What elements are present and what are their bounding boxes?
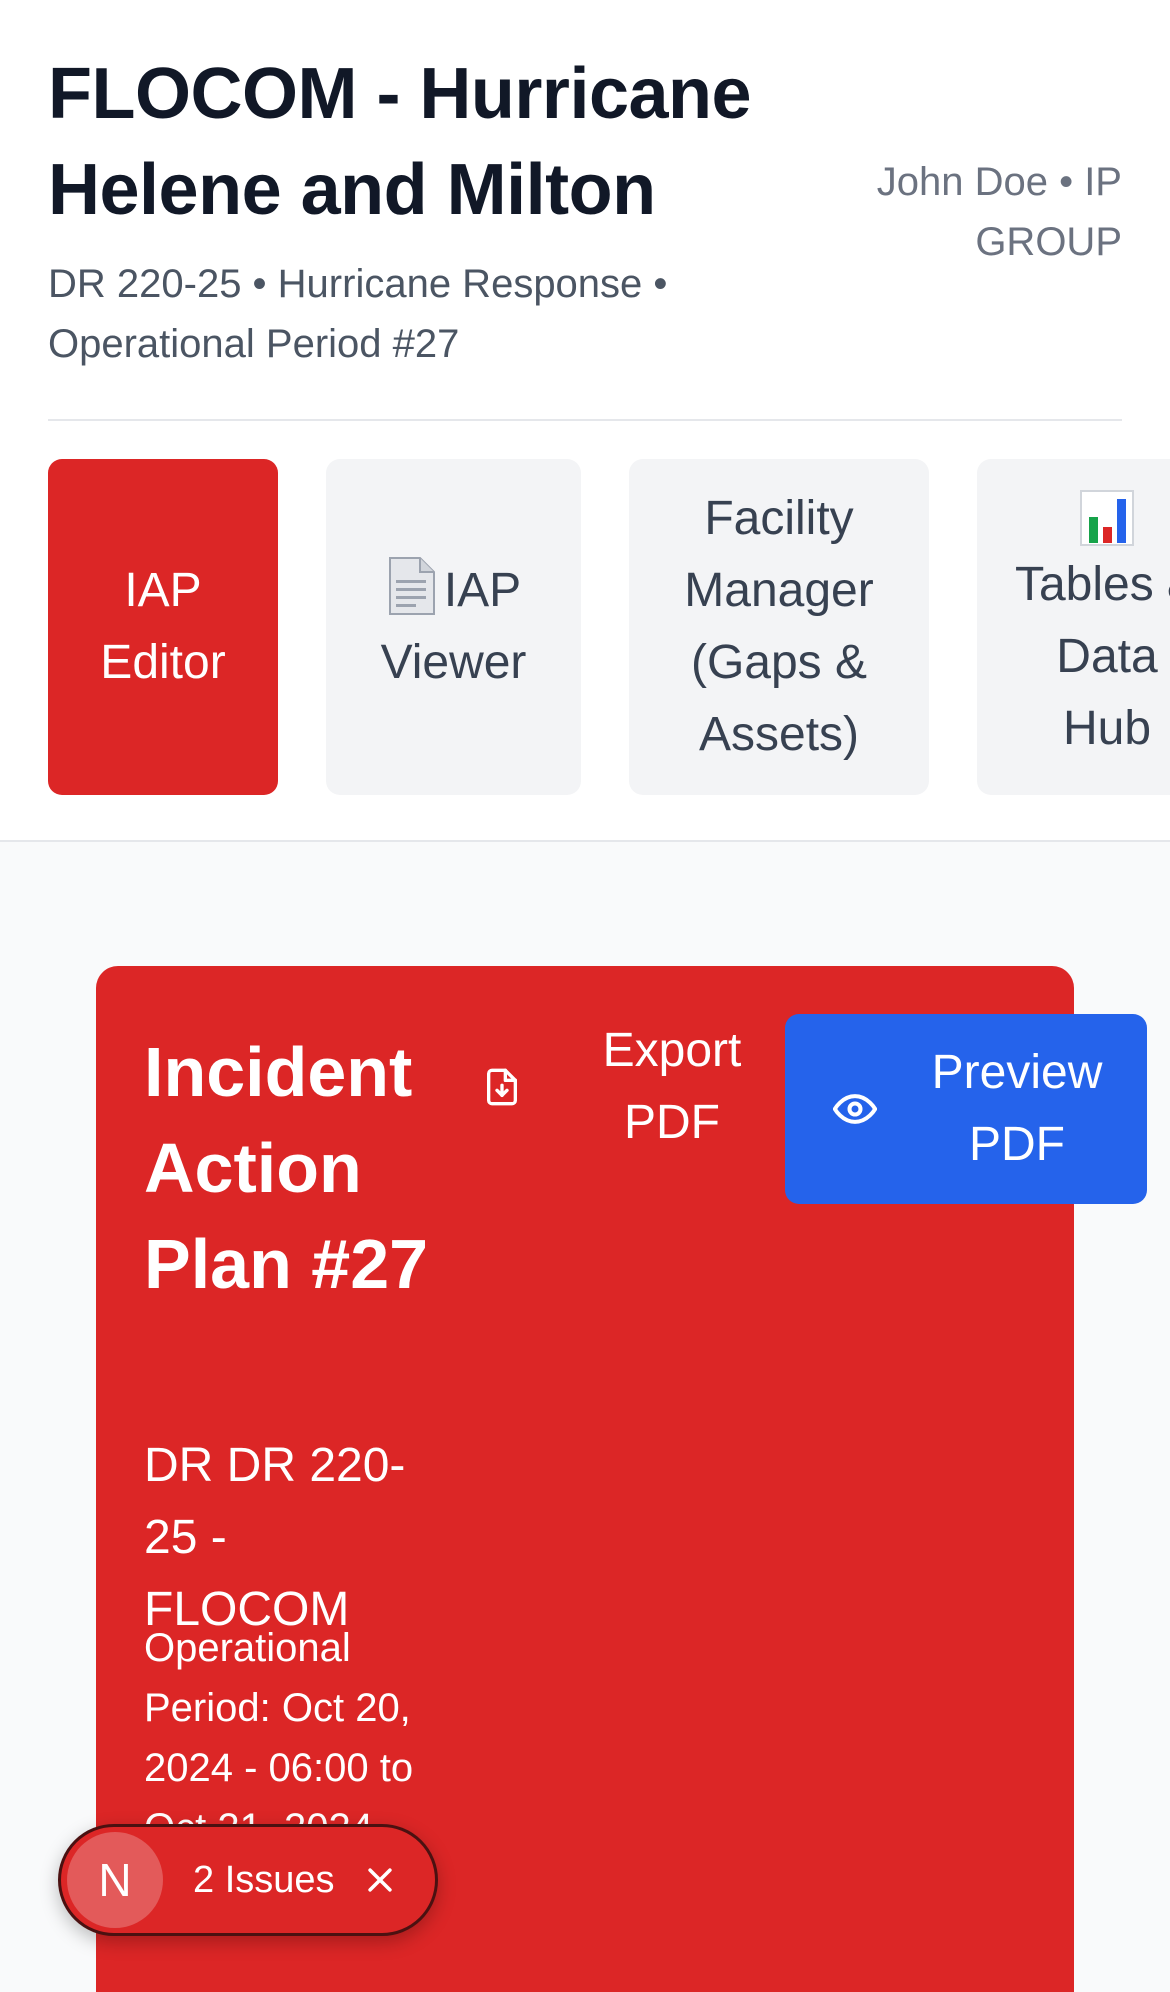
tab-bar: IAP Editor IAP Viewer Facility Manager (… (0, 459, 1170, 795)
plan-title: Incident Action Plan #27 (144, 1033, 429, 1303)
tab-tables-data-hub[interactable]: Tables & Data Hub (977, 459, 1170, 795)
issues-count-label: 2 Issues (193, 1858, 335, 1901)
header-divider (48, 419, 1122, 421)
user-info: John Doe • IP GROUP (876, 160, 1122, 264)
tab-facility-manager[interactable]: Facility Manager (Gaps & Assets) (629, 459, 929, 795)
incident-subtitle: DR 220-25 • Hurricane Response • Operati… (48, 262, 668, 366)
tab-label: IAP Editor (100, 564, 226, 689)
document-icon (388, 557, 435, 615)
app-header: FLOCOM - Hurricane Helene and Milton DR … (0, 0, 1170, 842)
tab-label: Facility Manager (Gaps & Assets) (684, 492, 874, 761)
tab-label: Tables & Data Hub (1014, 558, 1170, 755)
avatar: N (67, 1832, 163, 1928)
tab-iap-editor[interactable]: IAP Editor (48, 459, 278, 795)
eye-icon (833, 1094, 877, 1124)
bar-chart-icon (1080, 490, 1134, 546)
file-download-icon (487, 1068, 517, 1106)
preview-pdf-label: Preview PDF (931, 1046, 1103, 1171)
preview-pdf-button[interactable]: Preview PDF (785, 1014, 1147, 1204)
export-pdf-label: Export PDF (602, 1024, 742, 1149)
page-title: FLOCOM - Hurricane Helene and Milton (48, 54, 752, 230)
export-pdf-button[interactable]: Export PDF (472, 1012, 802, 1162)
issues-badge[interactable]: N 2 Issues (58, 1824, 438, 1936)
plan-dr-line: DR DR 220-25 - FLOCOM (144, 1439, 406, 1636)
tab-iap-viewer[interactable]: IAP Viewer (326, 459, 581, 795)
close-icon[interactable] (363, 1863, 397, 1897)
